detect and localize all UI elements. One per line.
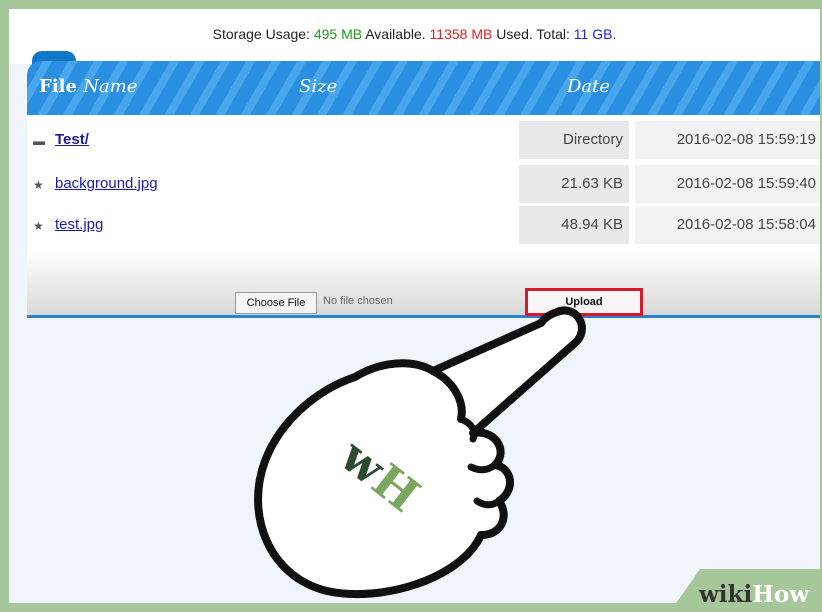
hand-shape	[254, 306, 586, 598]
wikihow-logo: wikiHow	[699, 581, 810, 603]
browser-page: Storage Usage: 495 MB Available. 11358 M…	[9, 9, 820, 603]
pointing-hand-illustration: w H	[254, 306, 586, 598]
